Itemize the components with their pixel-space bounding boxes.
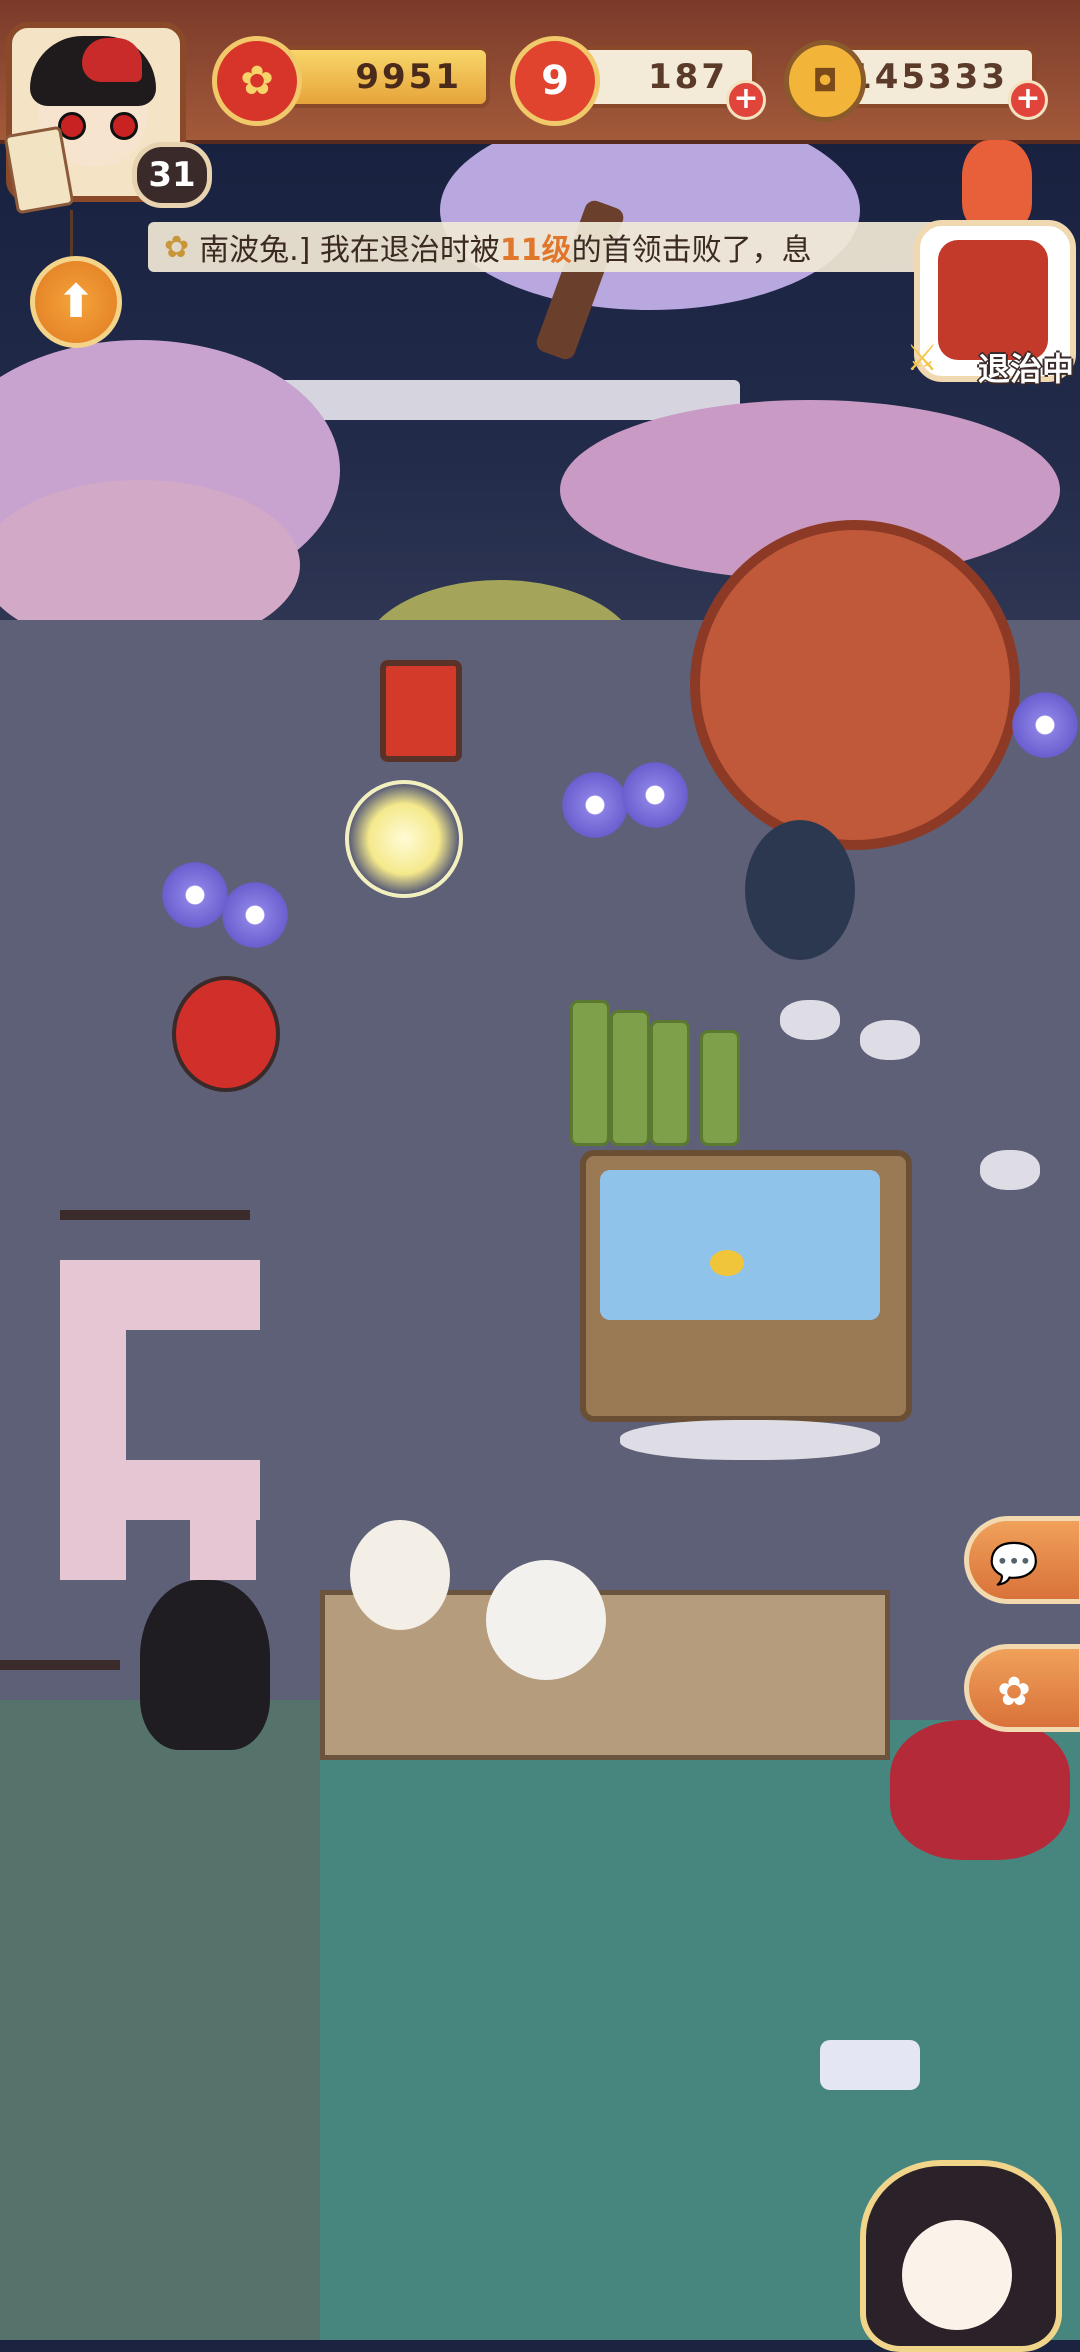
player-level-badge: 31 <box>132 142 212 208</box>
stamina-icon: 9 <box>510 36 600 126</box>
bamboo-pipe <box>570 1000 610 1146</box>
fish-banner-icon <box>962 140 1032 230</box>
hooded-npc[interactable] <box>745 820 855 960</box>
red-toad-monster[interactable] <box>890 1720 1070 1860</box>
level-up-button[interactable]: ⬆ <box>30 256 122 348</box>
chat-bubble-icon: 💬 <box>989 1541 1039 1587</box>
fishing-character[interactable] <box>486 1560 606 1680</box>
rubber-duck <box>710 1250 744 1276</box>
gift-icon: ✿ <box>997 1669 1031 1715</box>
fence <box>60 1210 250 1220</box>
water-wheel[interactable] <box>690 520 1020 850</box>
ticker-suffix: 的首领击败了，息 <box>571 233 812 268</box>
red-lantern[interactable] <box>380 660 462 762</box>
grass-field <box>0 1700 330 2340</box>
ticker-highlight: 11级 <box>499 233 572 268</box>
pink-path-six <box>190 1460 256 1580</box>
arrow-up-icon: ⬆ <box>56 274 96 328</box>
red-flower-gold-icon: ✿ <box>212 36 302 126</box>
purple-flower <box>1010 690 1080 760</box>
coin-icon: ◘ <box>784 40 866 122</box>
bamboo-pipe <box>650 1020 690 1146</box>
kid-character[interactable] <box>350 1520 450 1630</box>
ticker-prefix: 南波兔.] 我在退治时被 <box>199 233 500 268</box>
lantern-string <box>70 210 73 260</box>
bamboo-pipe <box>610 1010 650 1146</box>
stepping-stone <box>860 1020 920 1060</box>
avatar-eye <box>110 112 138 140</box>
stepping-stone <box>780 1000 840 1040</box>
gift-button[interactable]: ✿ <box>964 1644 1080 1732</box>
purple-flower <box>560 770 630 840</box>
flower-icon: ✿ <box>164 229 190 265</box>
daruma-doll[interactable] <box>172 976 280 1092</box>
add-coins-button[interactable]: + <box>1008 80 1048 120</box>
girl-character[interactable] <box>140 1580 270 1750</box>
announcement-ticker[interactable]: ✿ 南波兔.] 我在退治时被 11级 的首领击败了，息 <box>148 222 938 272</box>
add-stamina-button[interactable]: + <box>726 80 766 120</box>
stepping-stone <box>620 1420 880 1460</box>
fence <box>0 1660 120 1670</box>
purple-flower <box>220 880 290 950</box>
paper-boat[interactable] <box>820 2040 920 2090</box>
chat-button[interactable]: 💬 <box>964 1516 1080 1604</box>
corner-character-face <box>902 2220 1012 2330</box>
bamboo-pipe <box>700 1030 740 1146</box>
stepping-stone <box>980 1150 1040 1190</box>
purple-flower <box>620 760 690 830</box>
pink-path-six <box>60 1260 126 1580</box>
boss-figure <box>938 240 1048 360</box>
hot-spring-water <box>600 1170 880 1320</box>
glowing-orb[interactable] <box>345 780 463 898</box>
avatar-hair-streak <box>82 38 142 82</box>
boss-status-label[interactable]: 退治中 <box>910 344 1074 388</box>
